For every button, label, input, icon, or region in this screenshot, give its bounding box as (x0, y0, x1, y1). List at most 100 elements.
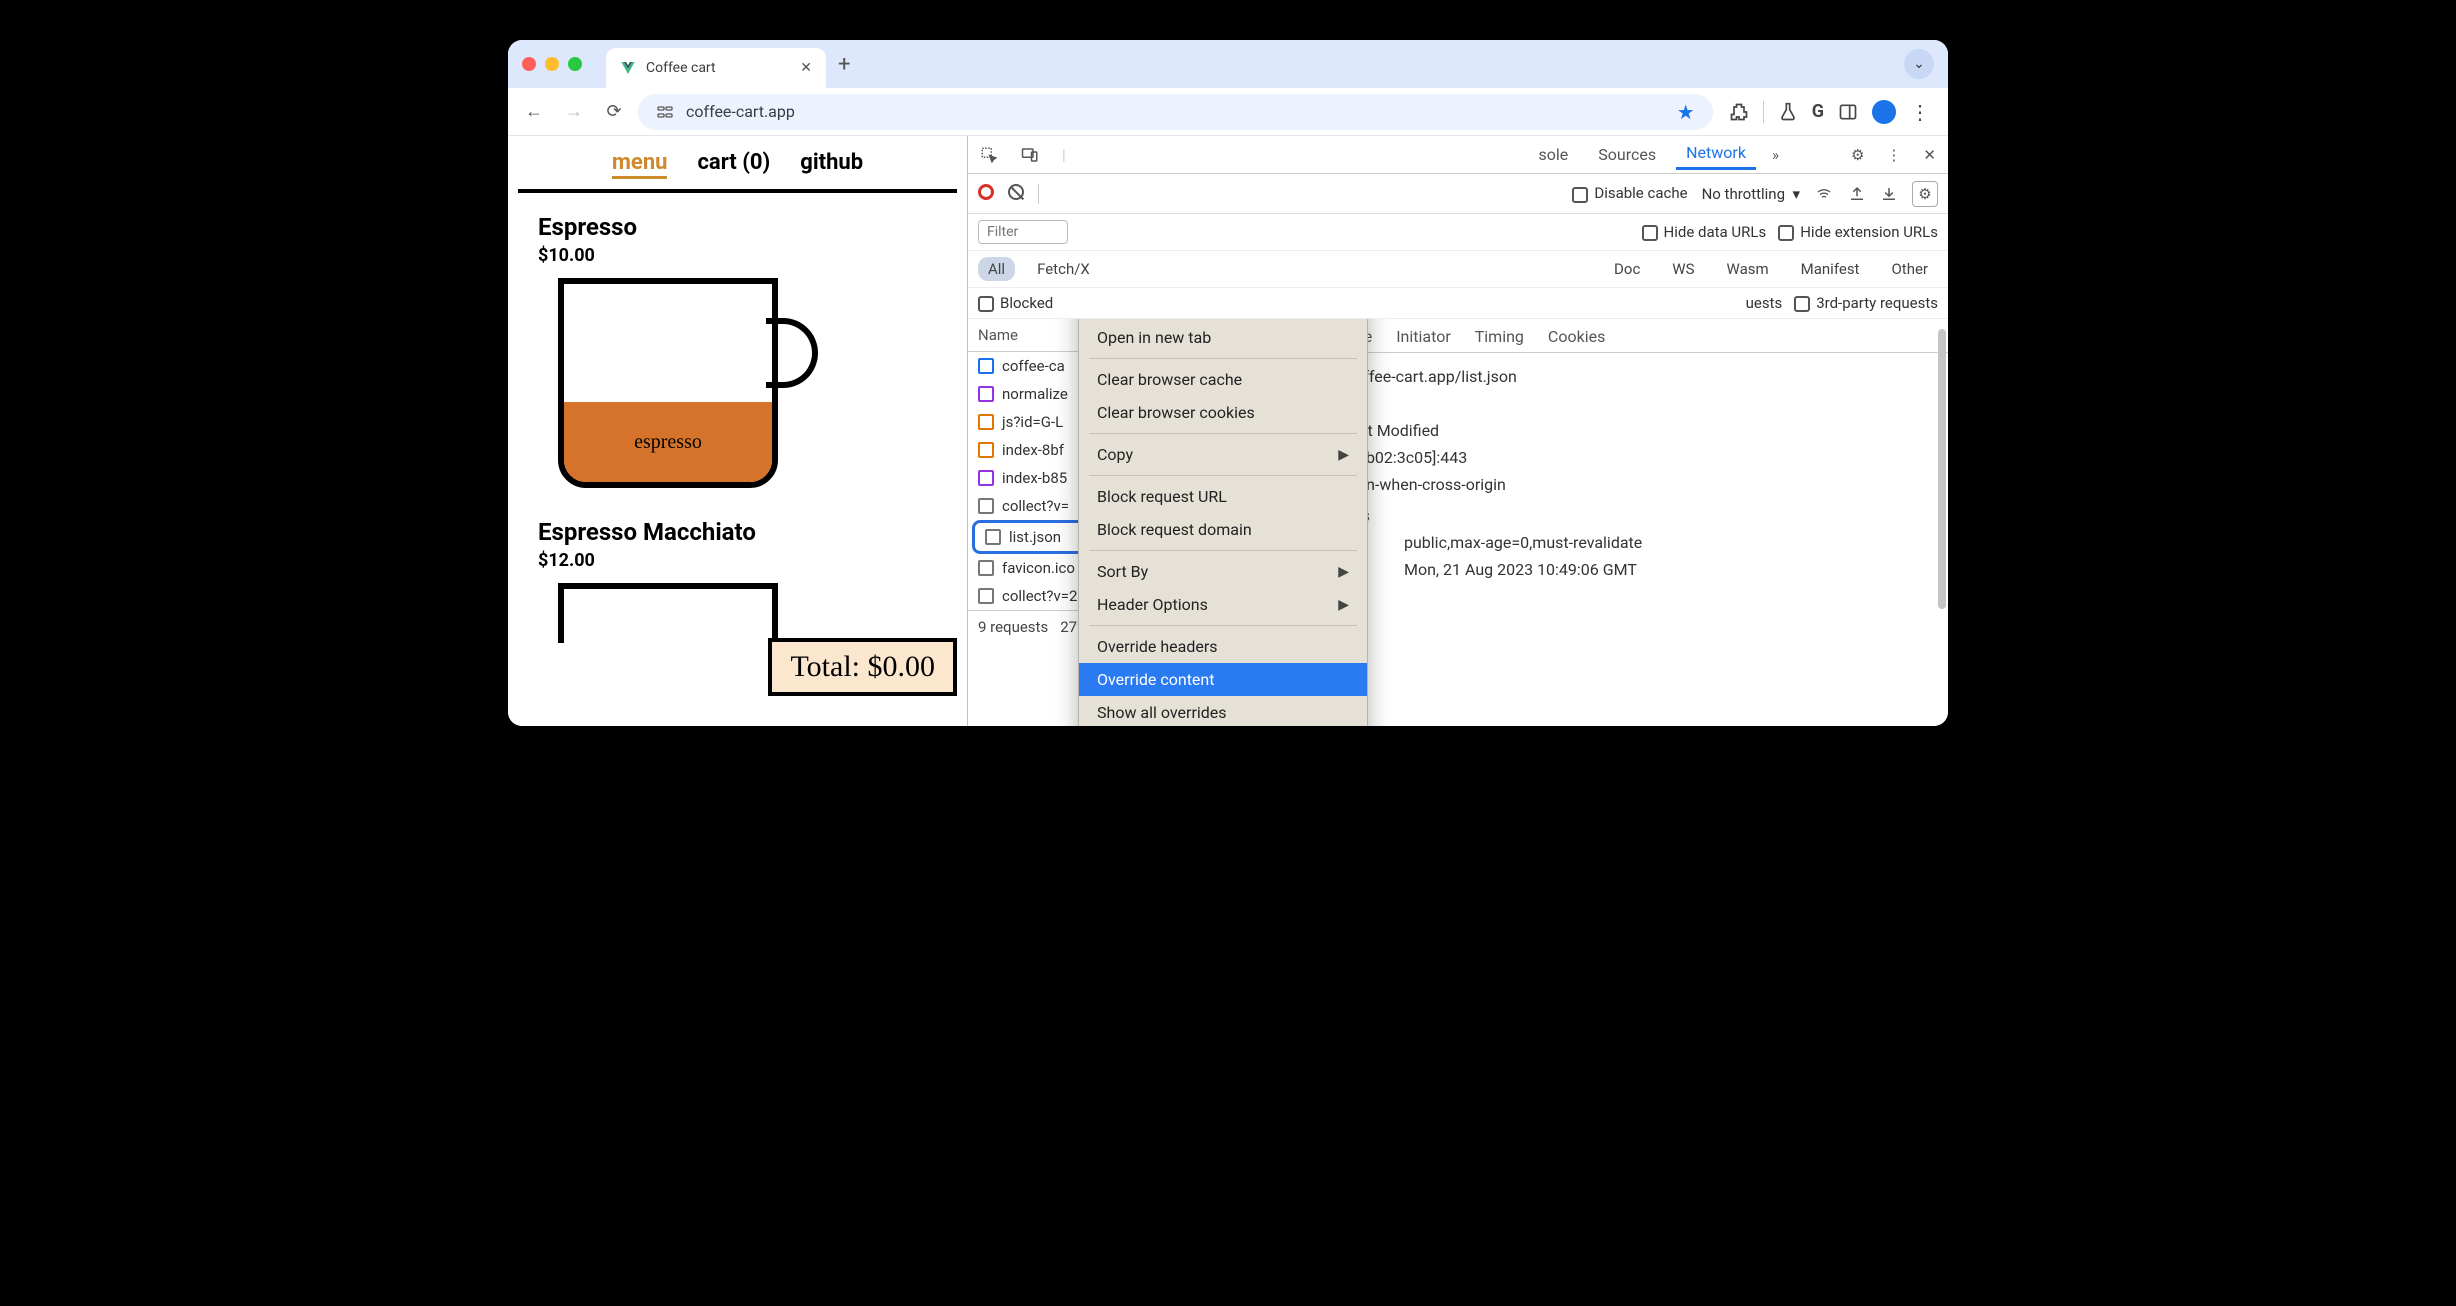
browser-tab[interactable]: Coffee cart ✕ (606, 48, 826, 88)
detail-tab[interactable]: Timing (1475, 327, 1524, 346)
profile-avatar[interactable] (1872, 100, 1896, 124)
detail-tab[interactable]: Initiator (1396, 327, 1451, 346)
tab-sources[interactable]: Sources (1588, 141, 1666, 168)
clear-button[interactable] (1008, 184, 1024, 204)
tab-search-button[interactable]: ⌄ (1904, 49, 1934, 79)
header-value: Mon, 21 Aug 2023 10:49:06 GMT (1404, 560, 1932, 579)
general-method: GET (1294, 394, 1932, 413)
extensions-icon[interactable] (1729, 102, 1749, 122)
request-name: index-b85 (1002, 469, 1067, 487)
menu-clear-cookies[interactable]: Clear browser cookies (1079, 396, 1367, 429)
menu-clear-cache[interactable]: Clear browser cache (1079, 363, 1367, 396)
general-remote: [64:ff9b::4b02:3c05]:443 (1294, 448, 1932, 467)
menu-block-domain[interactable]: Block request domain (1079, 513, 1367, 546)
menu-sort-by[interactable]: Sort By▶ (1079, 555, 1367, 588)
hide-ext-urls-toggle[interactable]: Hide extension URLs (1778, 223, 1938, 241)
product-image[interactable] (538, 583, 818, 643)
menu-copy[interactable]: Copy▶ (1079, 438, 1367, 471)
request-name: js?id=G-L (1002, 413, 1063, 431)
product-image[interactable]: espresso (538, 278, 818, 498)
request-name: collect?v= (1002, 497, 1069, 515)
close-tab-icon[interactable]: ✕ (800, 60, 812, 76)
minimize-window-button[interactable] (545, 57, 559, 71)
filter-other[interactable]: Other (1881, 257, 1938, 281)
filter-wasm[interactable]: Wasm (1717, 257, 1779, 281)
menu-override-headers[interactable]: Override headers (1079, 630, 1367, 663)
site-info-icon[interactable] (656, 103, 674, 121)
address-bar[interactable]: coffee-cart.app ★ (638, 94, 1713, 130)
url-text: coffee-cart.app (686, 102, 795, 121)
upload-icon[interactable] (1848, 185, 1866, 203)
filter-doc[interactable]: Doc (1604, 257, 1650, 281)
request-name: list.json (1009, 528, 1061, 546)
throttling-select[interactable]: No throttling ▾ (1702, 185, 1800, 203)
header-value: public,max-age=0,must-revalidate (1404, 533, 1932, 552)
file-type-icon (978, 560, 994, 576)
request-name: coffee-ca (1002, 357, 1065, 375)
product-name: Espresso Macchiato (538, 518, 937, 546)
webpage-content: menu cart (0) github Espresso $10.00 esp… (508, 136, 968, 726)
disable-cache-toggle[interactable]: Disable cache (1572, 184, 1687, 202)
detail-tab[interactable]: Cookies (1548, 327, 1605, 346)
file-type-icon (978, 386, 994, 402)
browser-toolbar: ← → ⟳ coffee-cart.app ★ G ⋮ (508, 88, 1948, 136)
context-menu: Open in Sources panel Open in new tab Cl… (1078, 319, 1368, 726)
filter-all[interactable]: All (978, 257, 1015, 281)
labs-icon[interactable] (1778, 102, 1798, 122)
wifi-icon[interactable] (1814, 186, 1834, 202)
back-button[interactable]: ← (518, 96, 550, 128)
blocked-requests-label: uests (1746, 294, 1783, 312)
filter-fetch[interactable]: Fetch/X (1027, 257, 1100, 281)
bookmark-icon[interactable]: ★ (1677, 100, 1695, 124)
nav-cart[interactable]: cart (0) (697, 150, 770, 179)
request-name: favicon.ico (1002, 559, 1075, 577)
filter-input[interactable] (978, 220, 1068, 244)
more-tabs-icon[interactable]: » (1766, 142, 1785, 168)
reload-button[interactable]: ⟳ (598, 96, 630, 128)
tab-title: Coffee cart (646, 60, 790, 76)
file-type-icon (978, 442, 994, 458)
blocked-toggle[interactable]: Blocked (978, 294, 1053, 312)
nav-menu[interactable]: menu (612, 150, 668, 179)
scrollbar-thumb[interactable] (1938, 329, 1946, 609)
file-type-icon (985, 529, 1001, 545)
mug-label: espresso (564, 402, 772, 482)
download-icon[interactable] (1880, 185, 1898, 203)
tab-console[interactable]: sole (1529, 141, 1579, 168)
inspect-icon[interactable] (974, 142, 1004, 168)
devtools-menu-icon[interactable]: ⋮ (1880, 142, 1907, 168)
vue-icon (620, 60, 636, 76)
maximize-window-button[interactable] (568, 57, 582, 71)
settings-icon[interactable]: ⚙ (1845, 142, 1870, 168)
record-button[interactable] (978, 184, 994, 204)
side-panel-icon[interactable] (1838, 102, 1858, 122)
nav-github[interactable]: github (800, 150, 863, 179)
filter-manifest[interactable]: Manifest (1791, 257, 1870, 281)
total-display[interactable]: Total: $0.00 (768, 638, 957, 696)
window-controls (522, 57, 582, 71)
devtools-panel: | sole Sources Network » ⚙ ⋮ ✕ Disable c… (968, 136, 1948, 726)
request-name: normalize (1002, 385, 1068, 403)
menu-open-new-tab[interactable]: Open in new tab (1079, 321, 1367, 354)
request-name: index-8bf (1002, 441, 1064, 459)
browser-tabstrip: Coffee cart ✕ + ⌄ (508, 40, 1948, 88)
request-count: 9 requests (978, 618, 1048, 636)
tab-network[interactable]: Network (1676, 139, 1756, 170)
forward-button[interactable]: → (558, 96, 590, 128)
device-toggle-icon[interactable] (1014, 142, 1046, 168)
close-window-button[interactable] (522, 57, 536, 71)
product-price: $12.00 (538, 550, 937, 571)
network-settings-icon[interactable]: ⚙ (1912, 181, 1938, 207)
menu-block-url[interactable]: Block request URL (1079, 480, 1367, 513)
third-party-toggle[interactable]: 3rd-party requests (1794, 294, 1938, 312)
browser-menu-icon[interactable]: ⋮ (1910, 100, 1930, 124)
google-icon[interactable]: G (1812, 101, 1824, 122)
general-url: https://coffee-cart.app/list.json (1294, 367, 1932, 386)
close-devtools-icon[interactable]: ✕ (1917, 142, 1942, 168)
new-tab-button[interactable]: + (838, 52, 850, 77)
menu-show-overrides[interactable]: Show all overrides (1079, 696, 1367, 726)
filter-ws[interactable]: WS (1662, 257, 1704, 281)
menu-header-options[interactable]: Header Options▶ (1079, 588, 1367, 621)
menu-override-content[interactable]: Override content (1079, 663, 1367, 696)
hide-data-urls-toggle[interactable]: Hide data URLs (1642, 223, 1767, 241)
